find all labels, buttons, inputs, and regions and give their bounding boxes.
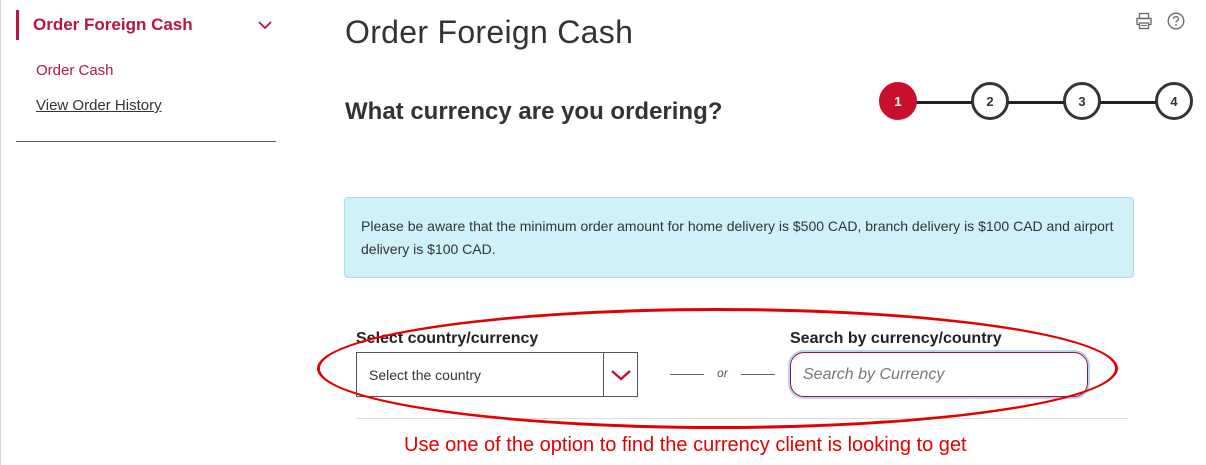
or-divider: or [670,366,775,382]
sidebar: Order Foreign Cash Order Cash View Order… [16,10,276,142]
sidebar-section-toggle[interactable]: Order Foreign Cash [16,10,276,40]
country-select-toggle[interactable] [603,353,637,396]
minimum-order-notice: Please be aware that the minimum order a… [344,197,1134,278]
help-icon[interactable] [1167,12,1185,30]
annotation-text: Use one of the option to find the curren… [404,434,967,456]
chevron-down-icon [610,369,631,381]
or-text: or [717,366,728,380]
page-title: Order Foreign Cash [345,14,634,50]
sidebar-divider [16,141,276,142]
currency-search-input[interactable] [790,352,1088,397]
sidebar-link-view-order-history[interactable]: View Order History [36,97,162,114]
sidebar-link-order-cash[interactable]: Order Cash [36,62,114,79]
country-select[interactable]: Select the country [356,352,638,397]
progress-stepper: 1 2 3 4 [879,82,1195,122]
stepper-connector [1099,101,1157,104]
currency-search-label: Search by currency/country [790,330,1002,347]
country-select-value: Select the country [369,367,482,383]
step-1: 1 [879,82,917,120]
page-tools [1135,12,1185,30]
sidebar-section-title: Order Foreign Cash [33,15,193,34]
print-icon[interactable] [1135,12,1153,30]
stepper-connector [915,101,973,104]
page-edge-divider [0,0,1,465]
or-line-right [741,374,775,375]
chevron-down-icon [258,21,272,30]
form-divider [356,418,1128,419]
step-3: 3 [1063,82,1101,120]
step-question: What currency are you ordering? [345,98,723,125]
country-select-label: Select country/currency [356,330,539,347]
stepper-connector [1007,101,1065,104]
step-2: 2 [971,82,1009,120]
step-4: 4 [1155,82,1193,120]
